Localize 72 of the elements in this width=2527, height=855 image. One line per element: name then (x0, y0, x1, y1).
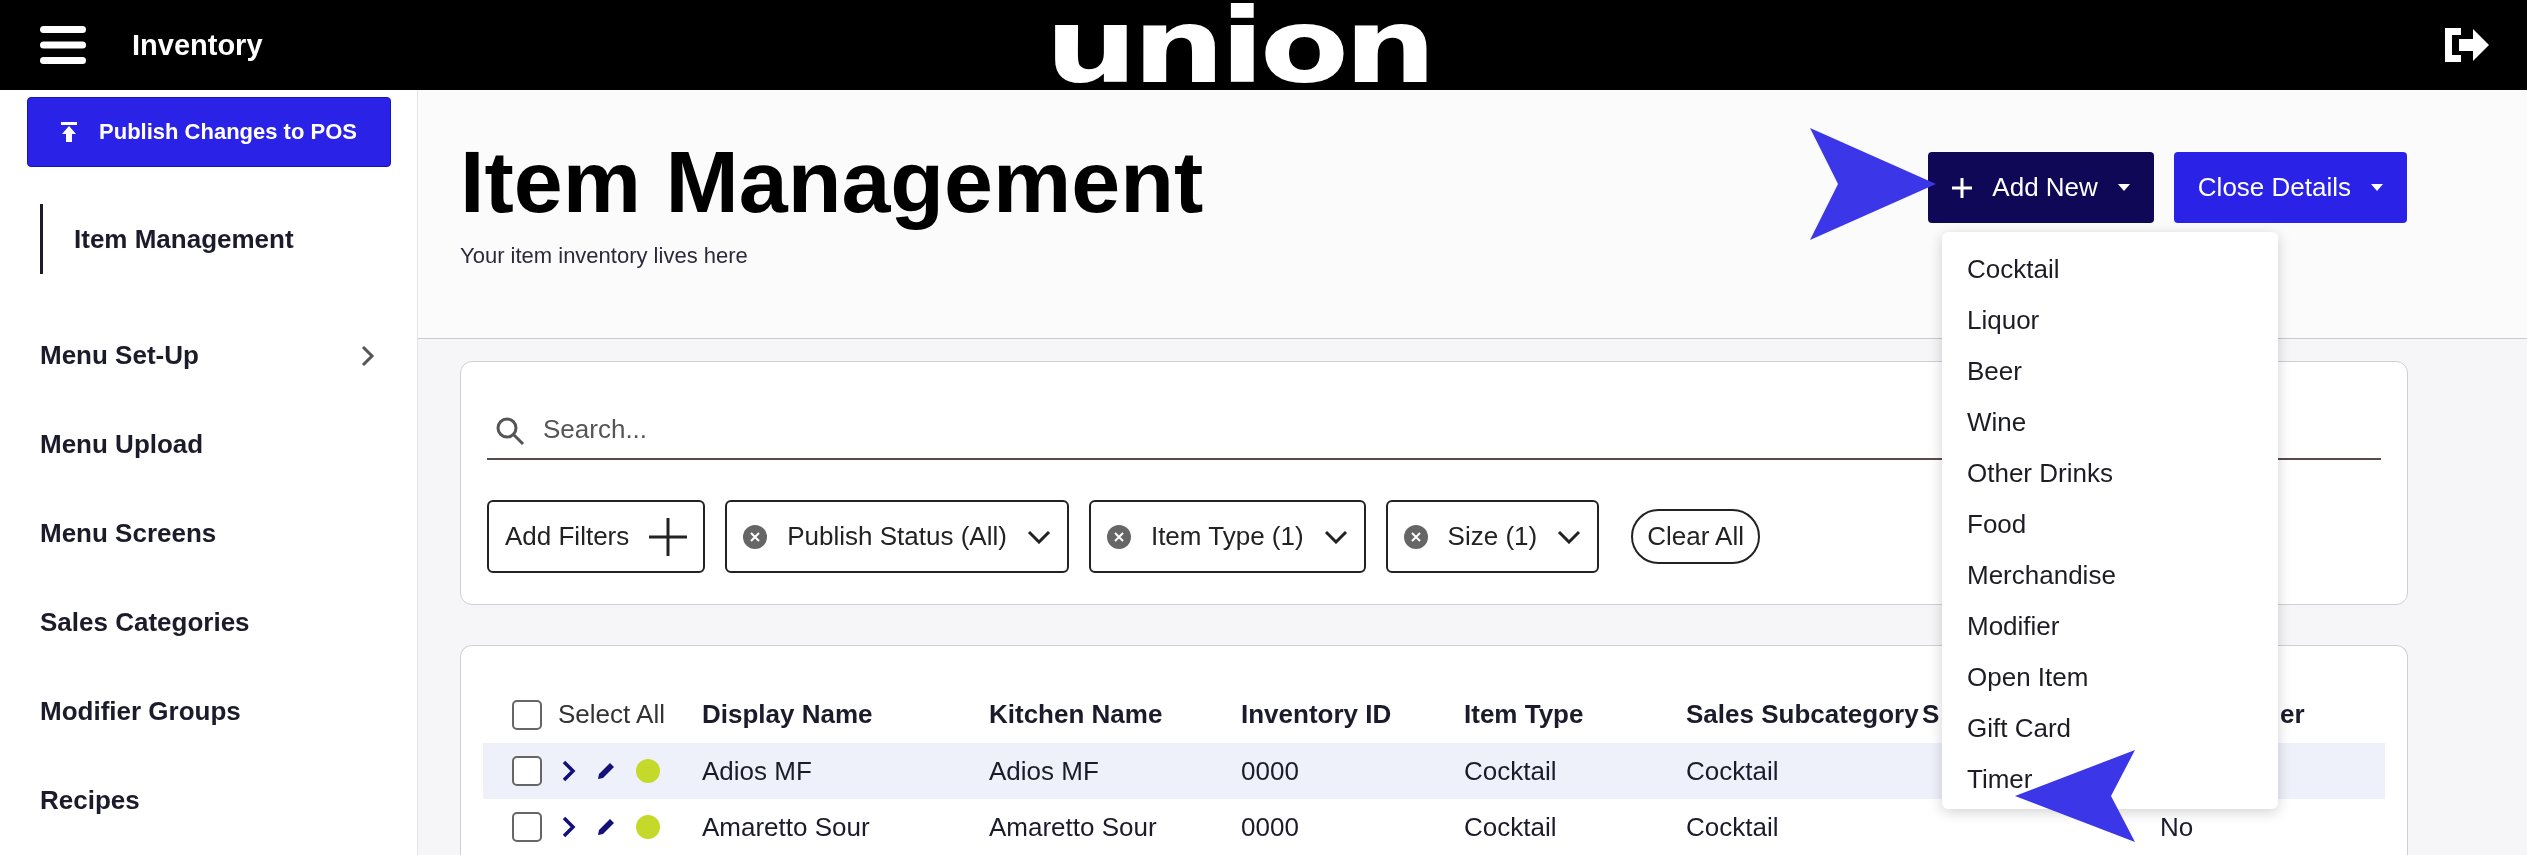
sidebar-item[interactable]: Modifier Groups (27, 667, 375, 756)
page-subtitle: Your item inventory lives here (460, 242, 749, 269)
column-header: Sales Subcategory (1686, 699, 1919, 730)
checkbox[interactable] (512, 699, 542, 730)
column-header: er (2279, 699, 2305, 730)
filter-chip[interactable]: Item Type (1) (1088, 500, 1366, 574)
pointer-arrow-icon (1810, 128, 1936, 240)
clear-all-button[interactable]: Clear All (1631, 509, 1760, 565)
table-cell: No (2160, 811, 2194, 843)
chevron-right-icon (361, 344, 375, 367)
pencil-icon[interactable] (596, 817, 616, 837)
menu-item[interactable]: Food (1942, 499, 2278, 550)
table-cell: Cocktail (1686, 755, 1779, 787)
plus-icon (649, 517, 688, 556)
menu-item[interactable]: Open Item (1942, 652, 2278, 703)
table-cell: Amaretto Sour (702, 811, 870, 843)
sidebar-item[interactable]: Menu Set-Up (27, 311, 375, 400)
column-header: S (1922, 699, 1940, 730)
menu-item[interactable]: Liquor (1942, 295, 2278, 346)
clear-icon (1106, 524, 1131, 549)
chevron-down-icon (1026, 529, 1051, 544)
menu-item[interactable]: Beer (1942, 346, 2278, 397)
publish-button[interactable]: Publish Changes to POS (27, 97, 391, 167)
column-header: Item Type (1464, 699, 1584, 730)
app-title: Inventory (132, 28, 263, 62)
checkbox[interactable] (512, 756, 542, 786)
upload-icon (61, 122, 78, 142)
search-icon (495, 416, 525, 447)
menu-item[interactable]: Gift Card (1942, 703, 2278, 754)
sidebar-item[interactable]: Menu Upload (27, 400, 375, 489)
checkbox[interactable] (512, 812, 542, 842)
menu-icon[interactable] (40, 26, 86, 64)
logo: union (1045, 0, 1432, 98)
select-all-label: Select All (558, 699, 665, 730)
menu-item[interactable]: Modifier (1942, 601, 2278, 652)
table-cell: Adios MF (989, 755, 1099, 787)
caret-icon (2117, 184, 2130, 191)
add-filters-button[interactable]: Add Filters (487, 500, 706, 574)
table-cell: Cocktail (1464, 755, 1557, 787)
menu-item[interactable]: Timer (1942, 754, 2278, 805)
column-header: Inventory ID (1241, 699, 1392, 730)
menu-item[interactable]: Wine (1942, 397, 2278, 448)
pencil-icon[interactable] (596, 761, 616, 781)
menu-item[interactable]: Merchandise (1942, 550, 2278, 601)
filter-chip[interactable]: Size (1) (1385, 500, 1600, 574)
plus-icon (1952, 177, 1973, 198)
sidebar-item[interactable]: Sales Categories (27, 578, 375, 667)
clear-icon (1403, 524, 1428, 549)
search-field[interactable]: Search... (541, 413, 1841, 447)
caret-icon (2371, 184, 2383, 191)
column-header: Kitchen Name (989, 699, 1163, 730)
expand-chevron-icon[interactable] (562, 760, 576, 782)
table-cell: Cocktail (1686, 811, 1779, 843)
menu-item[interactable]: Cocktail (1942, 244, 2278, 295)
table-cell: Cocktail (1464, 811, 1557, 843)
page-title: Item Management (460, 134, 1204, 231)
chevron-down-icon (1557, 529, 1582, 544)
close-details-button[interactable]: Close Details (2173, 152, 2407, 223)
expand-chevron-icon[interactable] (562, 816, 576, 838)
column-header: Display Name (702, 699, 873, 730)
table-cell: 0000 (1241, 755, 1299, 787)
chevron-down-icon (1323, 529, 1348, 544)
table-cell: Amaretto Sour (989, 811, 1157, 843)
table-cell: Adios MF (702, 755, 812, 787)
sidebar-item[interactable]: Item Management (40, 204, 388, 274)
sidebar-item[interactable]: Recipes (27, 756, 375, 845)
clear-icon (743, 524, 768, 549)
filter-chip[interactable]: Publish Status (All) (725, 500, 1069, 574)
table-cell: 0000 (1241, 811, 1299, 843)
menu-item[interactable]: Other Drinks (1942, 448, 2278, 499)
add-new-button[interactable]: Add New (1928, 152, 2154, 223)
sidebar-item[interactable]: Menu Screens (27, 489, 375, 578)
